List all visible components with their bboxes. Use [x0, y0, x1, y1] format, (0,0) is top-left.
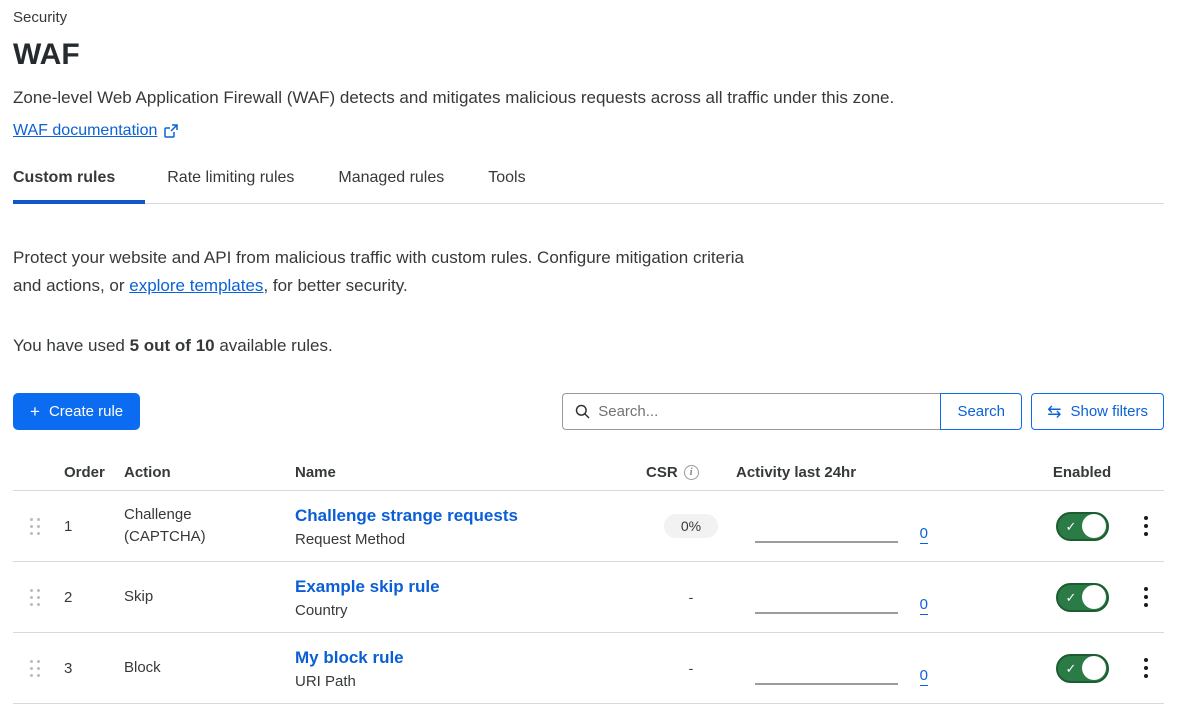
enabled-toggle[interactable]: ✓ [1056, 512, 1109, 541]
search-group: Search [562, 393, 1022, 430]
header-order: Order [64, 464, 124, 481]
waf-documentation-label: WAF documentation [13, 122, 157, 140]
rule-name-link[interactable]: Challenge strange requests [295, 505, 646, 527]
activity-count-link[interactable]: 0 [920, 526, 928, 544]
enabled-toggle[interactable]: ✓ [1056, 654, 1109, 683]
search-input[interactable] [598, 403, 928, 420]
explore-templates-link[interactable]: explore templates [129, 276, 263, 295]
usage-count: 5 out of 10 [130, 336, 215, 355]
csr-value: - [689, 589, 694, 605]
rule-name-link[interactable]: My block rule [295, 647, 646, 669]
table-row: 3 Block My block rule URI Path - 0 ✓ [13, 633, 1164, 704]
header-action: Action [124, 464, 295, 481]
usage-suffix: available rules. [215, 336, 333, 355]
create-rule-button[interactable]: + Create rule [13, 393, 140, 430]
create-rule-label: Create rule [49, 403, 123, 420]
check-icon: ✓ [1066, 662, 1077, 675]
search-box [562, 393, 940, 430]
drag-handle-icon[interactable] [30, 660, 40, 677]
rule-name-link[interactable]: Example skip rule [295, 576, 646, 598]
toggle-knob [1082, 656, 1106, 680]
drag-handle-icon[interactable] [30, 518, 40, 535]
show-filters-button[interactable]: ⇆ Show filters [1031, 393, 1164, 430]
table-row: 2 Skip Example skip rule Country - 0 ✓ [13, 562, 1164, 633]
drag-handle-icon[interactable] [30, 589, 40, 606]
intro-text: Protect your website and API from malici… [13, 244, 761, 300]
waf-page: Security WAF Zone-level Web Application … [0, 0, 1177, 704]
usage-prefix: You have used [13, 336, 130, 355]
tab-bar: Custom rulesRate limiting rulesManaged r… [13, 169, 1164, 204]
rule-action: Skip [124, 586, 153, 608]
toolbar-right: Search ⇆ Show filters [562, 393, 1164, 430]
activity-sparkline [755, 683, 898, 685]
check-icon: ✓ [1066, 520, 1077, 533]
enabled-toggle[interactable]: ✓ [1056, 583, 1109, 612]
rule-order: 1 [64, 518, 124, 535]
activity-sparkline [755, 612, 898, 614]
rule-action: Block [124, 657, 161, 679]
row-menu-button[interactable] [1140, 512, 1152, 540]
activity-count-link[interactable]: 0 [920, 668, 928, 686]
rule-order: 3 [64, 660, 124, 677]
page-description: Zone-level Web Application Firewall (WAF… [13, 87, 1164, 109]
header-activity: Activity last 24hr [736, 464, 940, 481]
search-button[interactable]: Search [940, 393, 1022, 430]
waf-documentation-link[interactable]: WAF documentation [13, 122, 178, 140]
breadcrumb-security: Security [13, 8, 1164, 28]
csr-value: 0% [664, 514, 718, 538]
rule-field: Request Method [295, 531, 646, 548]
csr-value: - [689, 660, 694, 676]
table-header: Order Action Name CSR i Activity last 24… [13, 458, 1164, 491]
toggle-knob [1082, 514, 1106, 538]
search-icon [575, 404, 590, 419]
rule-action: Challenge (CAPTCHA) [124, 504, 224, 548]
tab-rate-limiting-rules[interactable]: Rate limiting rules [145, 169, 316, 203]
tab-tools[interactable]: Tools [466, 169, 547, 203]
page-title: WAF [13, 36, 1164, 74]
toggle-knob [1082, 585, 1106, 609]
external-link-icon [164, 124, 178, 138]
header-csr-label: CSR [646, 464, 678, 481]
table-body: 1 Challenge (CAPTCHA) Challenge strange … [13, 491, 1164, 704]
header-enabled: Enabled [1036, 464, 1128, 481]
activity-count-link[interactable]: 0 [920, 597, 928, 615]
header-csr: CSR i [646, 464, 736, 481]
toolbar: + Create rule Search ⇆ Show filt [13, 393, 1164, 430]
activity-sparkline [755, 541, 898, 543]
rule-field: Country [295, 602, 646, 619]
tab-custom-rules[interactable]: Custom rules [13, 169, 145, 204]
rules-table: Order Action Name CSR i Activity last 24… [13, 458, 1164, 704]
table-row: 1 Challenge (CAPTCHA) Challenge strange … [13, 491, 1164, 562]
rule-field: URI Path [295, 673, 646, 690]
plus-icon: + [30, 403, 40, 420]
usage-text: You have used 5 out of 10 available rule… [13, 336, 1164, 356]
rule-order: 2 [64, 589, 124, 606]
header-name: Name [295, 464, 646, 481]
row-menu-button[interactable] [1140, 583, 1152, 611]
intro-after: , for better security. [263, 276, 407, 295]
show-filters-label: Show filters [1070, 403, 1148, 420]
info-icon[interactable]: i [684, 465, 699, 480]
tab-managed-rules[interactable]: Managed rules [316, 169, 466, 203]
swap-arrows-icon: ⇆ [1047, 403, 1061, 420]
check-icon: ✓ [1066, 591, 1077, 604]
row-menu-button[interactable] [1140, 654, 1152, 682]
